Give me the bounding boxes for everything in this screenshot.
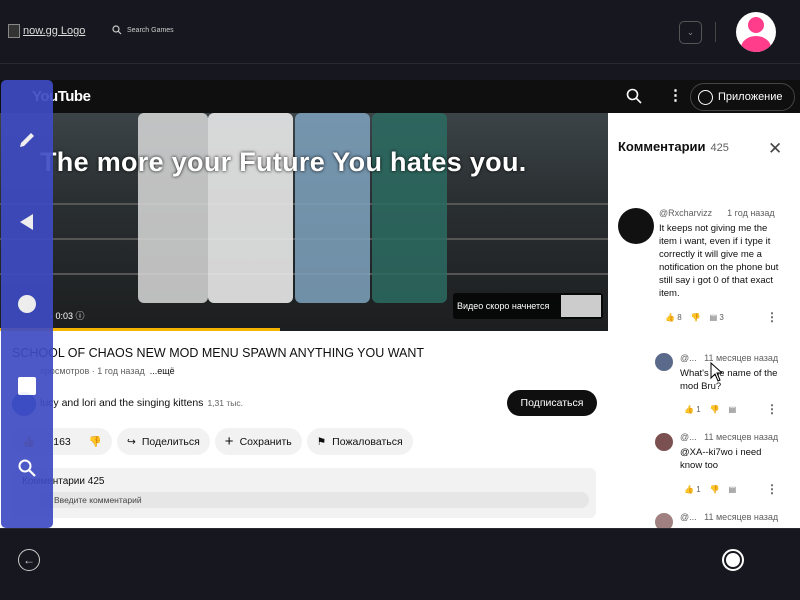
comment-menu-icon[interactable]: ⋮ (766, 402, 778, 416)
account-icon (698, 89, 713, 105)
recents-square-icon[interactable] (15, 374, 39, 398)
share-button[interactable]: ↪ Поделиться (117, 428, 210, 455)
comment-actions: 👍 1 👎 ▤ (684, 485, 736, 494)
chevron-down-icon: ⌄ (686, 27, 695, 37)
dislike-icon[interactable]: 👎 (691, 313, 701, 322)
up-next-thumbnail (561, 295, 601, 317)
comment-actions: 👍 8 👎 ▤ 3 (665, 313, 724, 322)
share-icon: ↪ (127, 435, 136, 448)
youtube-search-button[interactable] (626, 88, 642, 109)
video-title: SCHOOL OF CHAOS NEW MOD MENU SPAWN ANYTH… (12, 346, 425, 360)
nowgg-logo[interactable]: now.gg Logo (8, 24, 85, 38)
report-button[interactable]: ⚑ Пожаловаться (306, 428, 413, 455)
comment-text: @XA--ki7wo i need know too (680, 447, 762, 471)
user-avatar[interactable] (736, 12, 776, 52)
dislike-icon[interactable]: 👎 (710, 405, 720, 414)
search-games-label: Search Games (127, 26, 174, 34)
divider (715, 22, 716, 42)
reply-icon[interactable]: ▤ (729, 485, 737, 494)
comments-teaser[interactable]: Комментарии 425 Введите комментарий (12, 468, 596, 518)
avatar-body (741, 36, 771, 52)
nowgg-topbar: now.gg Logo Search Games ⌄ (0, 0, 800, 64)
like-icon[interactable]: 👍 1 (684, 405, 701, 414)
reply-icon[interactable]: ▤ 3 (710, 313, 724, 322)
comment-menu-icon[interactable]: ⋮ (766, 482, 778, 496)
broken-image-icon (8, 24, 20, 38)
video-time: · 0:03 ⓘ (50, 311, 85, 321)
video-player[interactable]: The more your Future You hates you. · 0:… (0, 113, 608, 331)
save-button[interactable]: + Сохранить (214, 428, 302, 455)
nowgg-bottom-bar: ← (0, 528, 800, 600)
side-toolbar (1, 80, 53, 528)
comment-avatar[interactable] (655, 353, 673, 371)
action-bar: 👍 163 👎 ↪ Поделиться + Сохранить ⚑ Пожал… (12, 428, 413, 456)
search-games-button[interactable]: Search Games (112, 25, 174, 35)
like-count: 163 (53, 435, 71, 448)
home-circle-icon[interactable] (15, 292, 39, 316)
video-meta: просмотров · 1 год назад ...ещё (40, 366, 175, 376)
home-button-icon[interactable] (722, 549, 744, 571)
comment-author: @Rxcharvizz 1 год назад (659, 208, 775, 218)
channel-name[interactable]: lucy and lori and the singing kittens 1,3… (40, 397, 243, 409)
comments-count: 425 (710, 142, 729, 154)
dislike-icon: 👎 (88, 436, 102, 448)
back-triangle-icon[interactable] (15, 210, 39, 234)
search-icon (626, 88, 642, 104)
avatar-head (748, 17, 764, 33)
more-link[interactable]: ...ещё (150, 366, 175, 376)
comment-author: @... 11 месяцев назад (680, 432, 779, 442)
open-app-label: Приложение (718, 91, 783, 103)
comment-avatar[interactable] (655, 513, 673, 528)
dropdown-button[interactable]: ⌄ (679, 21, 702, 44)
search-icon (112, 25, 122, 35)
mouse-cursor-icon (710, 362, 724, 382)
comment-input[interactable]: Введите комментарий (40, 492, 589, 508)
video-figure (295, 113, 370, 303)
comment-text: What's the name of the mod Bru? (680, 368, 778, 392)
up-next-card[interactable]: Видео скоро начнется (453, 293, 603, 319)
comment-avatar[interactable] (655, 433, 673, 451)
video-figure (208, 113, 293, 303)
close-icon[interactable]: ✕ (768, 139, 782, 159)
open-app-button[interactable]: Приложение (690, 83, 795, 111)
like-icon[interactable]: 👍 1 (684, 485, 701, 494)
comments-panel: Комментарии 425 ✕ @Rxcharvizz 1 год назад… (608, 113, 800, 528)
comments-panel-title: Комментарии 425 (618, 139, 729, 154)
channel-subs: 1,31 тыс. (207, 398, 243, 408)
dislike-icon[interactable]: 👎 (710, 485, 720, 494)
comment-author: @... 11 месяцев назад (680, 353, 779, 363)
video-overlay-title: The more your Future You hates you. (40, 147, 527, 177)
subscribe-button[interactable]: Подписаться (507, 390, 597, 416)
comment-actions: 👍 1 👎 ▤ (684, 405, 736, 414)
comment-menu-icon[interactable]: ⋮ (766, 310, 778, 324)
plus-icon: + (224, 433, 234, 450)
nowgg-logo-alt: now.gg Logo (23, 25, 86, 37)
pencil-icon[interactable] (15, 128, 39, 152)
comment-text: It keeps not giving me the item i want, … (659, 223, 779, 299)
youtube-view: YouTube ⋮ Приложение The more your Futur… (0, 80, 800, 528)
flag-icon: ⚑ (316, 435, 327, 448)
video-figure (138, 113, 208, 303)
more-vert-icon[interactable]: ⋮ (668, 86, 683, 104)
video-figure (372, 113, 447, 303)
comment-author: @... 11 месяцев назад (680, 512, 779, 522)
back-arrow-icon[interactable]: ← (18, 549, 40, 571)
comment-avatar[interactable] (618, 208, 654, 244)
zoom-search-icon[interactable] (15, 456, 39, 480)
like-icon[interactable]: 👍 8 (665, 313, 682, 322)
reply-icon[interactable]: ▤ (729, 405, 737, 414)
youtube-header: YouTube ⋮ Приложение (0, 80, 800, 113)
up-next-label: Видео скоро начнется (457, 301, 550, 311)
